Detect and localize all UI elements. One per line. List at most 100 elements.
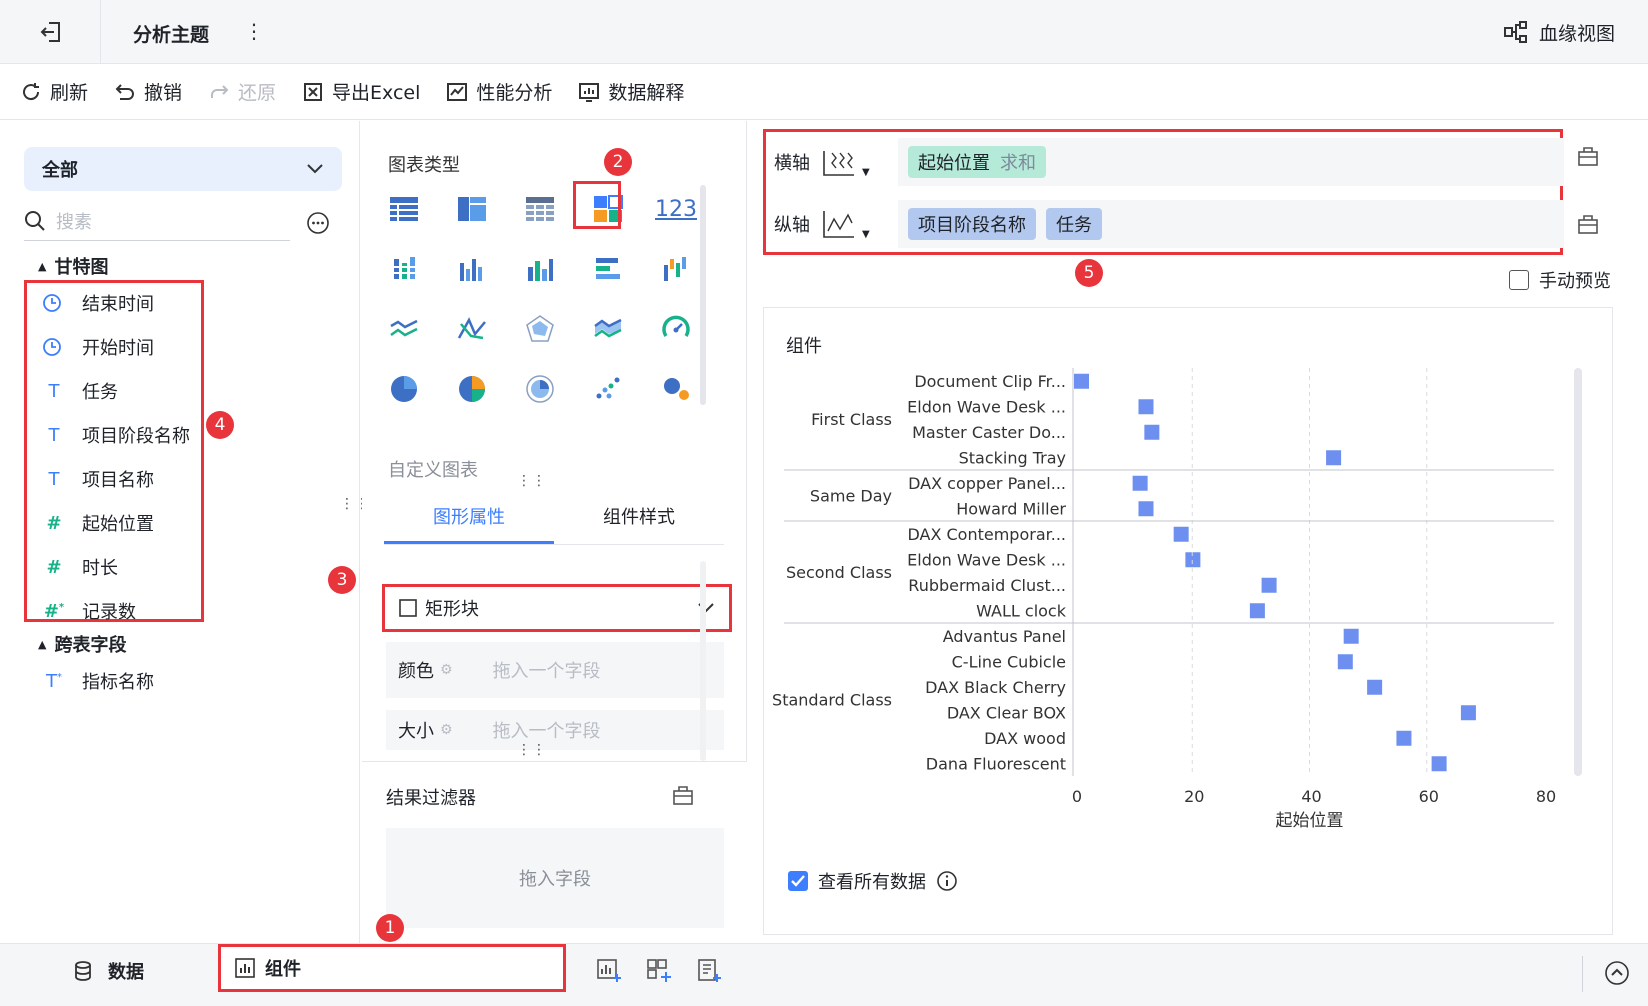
text-type-icon: T	[48, 468, 60, 490]
undo-button[interactable]: 撤销	[114, 78, 182, 105]
field-label: 指标名称	[82, 672, 154, 693]
field-item[interactable]: #* 记录数	[42, 589, 202, 633]
y-axis-field-pill[interactable]: 任务	[1046, 208, 1102, 240]
field-item[interactable]: T 项目名称	[42, 457, 202, 501]
chart-type-scrollbar[interactable]	[700, 185, 706, 405]
number-type-icon: #	[46, 556, 62, 578]
tab-data[interactable]: 数据	[72, 958, 144, 984]
pivot-table-icon[interactable]	[448, 185, 496, 233]
field-item[interactable]: # 时长	[42, 545, 202, 589]
settings-gear-icon[interactable]: ⚙	[440, 662, 453, 678]
add-dashboard-icon[interactable]	[646, 958, 674, 986]
settings-gear-icon[interactable]: ⚙	[440, 722, 453, 738]
manual-preview-checkbox[interactable]	[1509, 270, 1529, 290]
badge-4: 4	[206, 411, 234, 439]
undo-label: 撤销	[144, 82, 183, 104]
polyline-icon[interactable]	[448, 305, 496, 353]
tab-component[interactable]: 组件	[218, 944, 566, 992]
info-icon[interactable]	[936, 870, 958, 892]
rose-chart-icon[interactable]	[516, 365, 564, 413]
refresh-icon	[20, 81, 42, 103]
data-explain-button[interactable]: 数据解释	[578, 78, 684, 105]
x-axis-field-pill[interactable]: 起始位置 求和	[908, 146, 1046, 178]
view-all-data-toggle[interactable]: 查看所有数据	[788, 868, 958, 894]
redo-button[interactable]: 还原	[208, 78, 276, 105]
refresh-button[interactable]: 刷新	[20, 78, 88, 105]
horizontal-bar-icon[interactable]	[584, 245, 632, 293]
filter-title: 结果过滤器	[386, 788, 476, 809]
field-item[interactable]: T 项目阶段名称	[42, 413, 202, 457]
bubble-icon[interactable]	[652, 365, 700, 413]
caret-down-icon: ▲	[38, 259, 47, 273]
chart-config-panel: 图表类型 2 123 自定义图表 ⋮⋮ 图形属性 组件样式 3 矩形块 颜色 ⚙…	[328, 121, 747, 943]
panel-resize-handle[interactable]: ⋮⋮	[517, 473, 547, 489]
filter-drop-zone[interactable]: 拖入字段	[386, 828, 724, 928]
field-item[interactable]: T 任务	[42, 369, 202, 413]
radar-chart-icon[interactable]	[516, 305, 564, 353]
data-mark	[1337, 654, 1353, 670]
property-scrollbar[interactable]	[700, 561, 706, 761]
color-drop-zone[interactable]: 颜色 ⚙ 拖入一个字段	[386, 642, 724, 698]
export-excel-button[interactable]: 导出Excel	[302, 78, 420, 105]
pie-chart-icon[interactable]	[380, 365, 428, 413]
more-circle-icon[interactable]	[306, 211, 330, 235]
mark-type-dropdown[interactable]: 矩形块	[382, 584, 732, 632]
task-label: Rubbermaid Clust...	[908, 576, 1066, 595]
detail-table-icon[interactable]	[516, 185, 564, 233]
grouped-bar-icon[interactable]	[448, 245, 496, 293]
chart-card: 组件 Document Clip Fr... Eldon Wave Desk ..…	[763, 307, 1613, 935]
search-input[interactable]: 搜素	[24, 201, 290, 241]
area-chart-icon[interactable]	[584, 305, 632, 353]
x-axis-type-icon[interactable]: ▼	[822, 147, 898, 178]
scatter-icon[interactable]	[584, 365, 632, 413]
multi-pie-icon[interactable]	[448, 365, 496, 413]
table-icon[interactable]	[380, 185, 428, 233]
tab-shape-properties[interactable]: 图形属性	[384, 491, 554, 544]
group-label: Second Class	[786, 563, 892, 582]
group-label: First Class	[811, 410, 892, 429]
add-report-icon[interactable]	[696, 958, 724, 986]
task-label: WALL clock	[976, 601, 1067, 620]
collapse-up-icon[interactable]	[1604, 960, 1630, 986]
filter-resize-handle[interactable]: ⋮⋮	[517, 742, 547, 758]
group-cross-table[interactable]: ▲ 跨表字段	[38, 631, 126, 657]
line-chart-icon[interactable]	[380, 305, 428, 353]
badge-2: 2	[604, 148, 632, 176]
filter-settings-icon[interactable]	[672, 784, 694, 806]
color-placeholder: 拖入一个字段	[492, 661, 601, 682]
x-tick-label: 20	[1184, 787, 1204, 806]
tab-component-style[interactable]: 组件样式	[554, 491, 724, 544]
size-drop-zone[interactable]: 大小 ⚙ 拖入一个字段	[386, 710, 724, 750]
y-axis-type-icon[interactable]: ▼	[822, 209, 898, 240]
manual-preview-toggle[interactable]: 手动预览	[1509, 267, 1611, 293]
field-item[interactable]: 开始时间	[42, 325, 202, 369]
add-chart-icon[interactable]	[596, 958, 624, 986]
view-all-checkbox[interactable]	[788, 871, 808, 891]
gauge-icon[interactable]	[652, 305, 700, 353]
y-axis-row: 纵轴 ▼ 项目阶段名称 任务	[766, 196, 1566, 252]
perf-analysis-button[interactable]: 性能分析	[446, 78, 552, 105]
x-axis-row: 横轴 ▼ 起始位置 求和	[766, 134, 1566, 190]
field-item[interactable]: 结束时间	[42, 281, 202, 325]
group-gantt[interactable]: ▲ 甘特图	[38, 253, 108, 279]
more-options-icon[interactable]: ⋮	[244, 18, 264, 46]
custom-chart-link[interactable]: 自定义图表	[388, 456, 478, 482]
x-axis-settings-icon[interactable]	[1577, 145, 1599, 167]
scope-dropdown[interactable]: 全部	[24, 147, 342, 191]
x-axis-drop-zone[interactable]: 起始位置 求和	[898, 138, 1564, 186]
lineage-view-button[interactable]: 血缘视图	[1503, 18, 1615, 46]
chart-scrollbar[interactable]	[1574, 368, 1582, 776]
field-item[interactable]: T* 指标名称	[42, 659, 202, 703]
data-mark	[1185, 552, 1201, 568]
exit-icon[interactable]	[38, 18, 66, 46]
grouped-table-icon[interactable]	[380, 245, 428, 293]
bar-chart-icon[interactable]	[516, 245, 564, 293]
waterfall-icon[interactable]	[652, 245, 700, 293]
field-item[interactable]: # 起始位置	[42, 501, 202, 545]
y-axis-drop-zone[interactable]: 项目阶段名称 任务	[898, 200, 1564, 248]
caret-down-icon: ▲	[38, 637, 47, 651]
y-axis-field-pill[interactable]: 项目阶段名称	[908, 208, 1036, 240]
kpi-number-icon[interactable]: 123	[652, 185, 700, 233]
y-axis-settings-icon[interactable]	[1577, 213, 1599, 235]
size-label: 大小	[398, 721, 434, 742]
